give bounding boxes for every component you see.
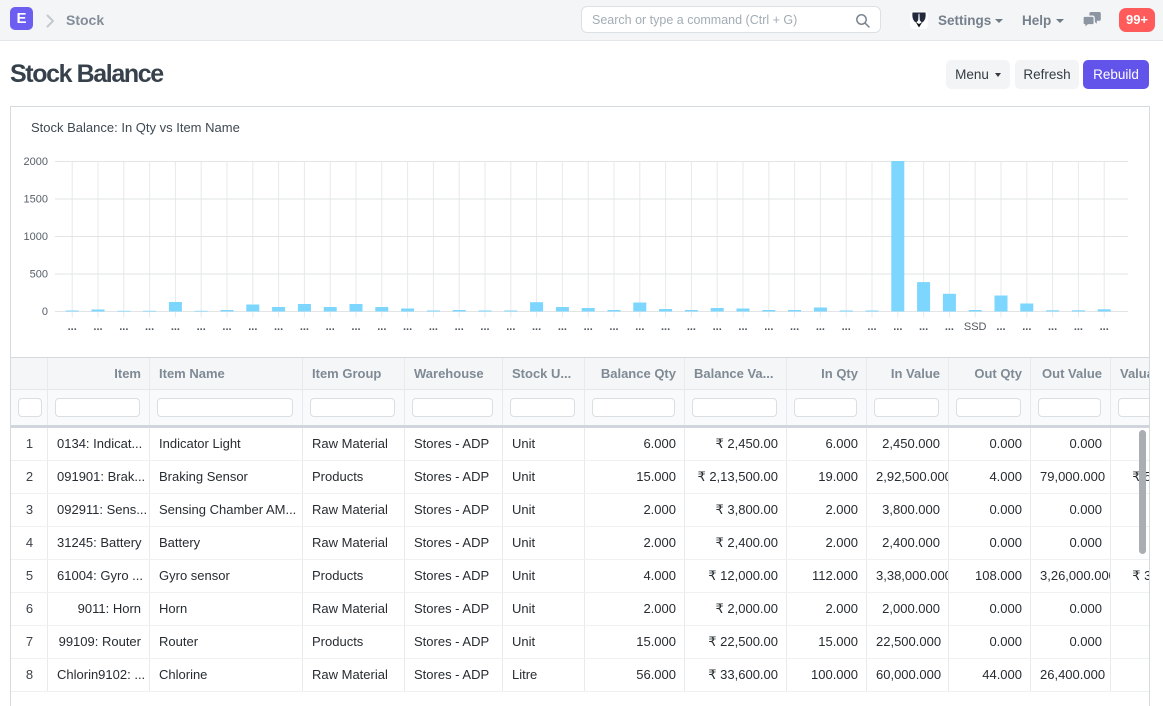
svg-text:...: ... <box>996 321 1005 333</box>
svg-text:...: ... <box>248 321 257 333</box>
svg-text:...: ... <box>351 321 360 333</box>
svg-text:...: ... <box>274 321 283 333</box>
svg-text:...: ... <box>1048 321 1057 333</box>
svg-text:...: ... <box>584 321 593 333</box>
svg-text:...: ... <box>377 321 386 333</box>
svg-text:1500: 1500 <box>24 194 48 206</box>
svg-text:...: ... <box>1022 321 1031 333</box>
svg-text:...: ... <box>867 321 876 333</box>
svg-text:2000: 2000 <box>24 156 48 168</box>
svg-text:Stock Balance: In Qty vs Item: Stock Balance: In Qty vs Item Name <box>31 120 240 135</box>
svg-text:...: ... <box>1074 321 1083 333</box>
svg-text:...: ... <box>790 321 799 333</box>
svg-text:...: ... <box>558 321 567 333</box>
svg-text:...: ... <box>713 321 722 333</box>
svg-text:...: ... <box>480 321 489 333</box>
svg-text:...: ... <box>403 321 412 333</box>
svg-text:...: ... <box>1100 321 1109 333</box>
svg-text:...: ... <box>429 321 438 333</box>
svg-text:...: ... <box>171 321 180 333</box>
svg-text:...: ... <box>661 321 670 333</box>
svg-text:...: ... <box>635 321 644 333</box>
svg-text:0: 0 <box>42 306 48 318</box>
svg-text:...: ... <box>609 321 618 333</box>
svg-text:...: ... <box>532 321 541 333</box>
svg-text:...: ... <box>455 321 464 333</box>
svg-text:...: ... <box>945 321 954 333</box>
svg-text:...: ... <box>145 321 154 333</box>
svg-text:...: ... <box>893 321 902 333</box>
svg-text:...: ... <box>842 321 851 333</box>
svg-text:...: ... <box>300 321 309 333</box>
svg-text:...: ... <box>687 321 696 333</box>
svg-text:SSD: SSD <box>964 321 987 333</box>
svg-text:...: ... <box>222 321 231 333</box>
svg-text:...: ... <box>93 321 102 333</box>
svg-text:500: 500 <box>30 269 48 281</box>
svg-text:...: ... <box>738 321 747 333</box>
svg-text:...: ... <box>197 321 206 333</box>
svg-text:...: ... <box>326 321 335 333</box>
svg-text:...: ... <box>764 321 773 333</box>
svg-text:...: ... <box>68 321 77 333</box>
svg-text:...: ... <box>506 321 515 333</box>
svg-text:1000: 1000 <box>24 231 48 243</box>
svg-text:...: ... <box>816 321 825 333</box>
svg-text:...: ... <box>919 321 928 333</box>
svg-text:...: ... <box>119 321 128 333</box>
